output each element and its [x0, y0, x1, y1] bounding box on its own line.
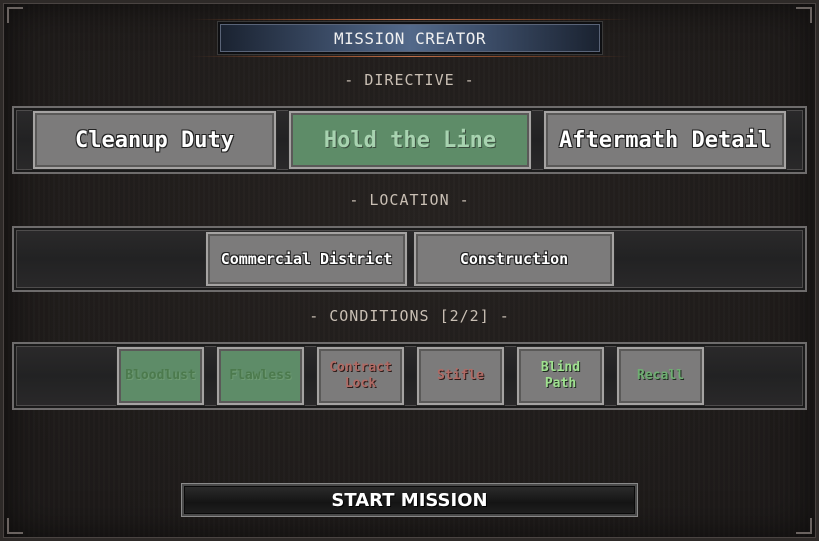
condition-button-blind-path[interactable]: Blind Path	[517, 347, 604, 405]
condition-label: Bloodlust	[125, 368, 196, 383]
title-divider-top	[190, 19, 630, 20]
condition-button-bloodlust[interactable]: Bloodlust	[117, 347, 204, 405]
condition-label: Flawless	[229, 368, 292, 383]
condition-button-contract-lock[interactable]: Contract Lock	[317, 347, 404, 405]
condition-button-flawless[interactable]: Flawless	[217, 347, 304, 405]
location-section-label: - LOCATION -	[349, 191, 470, 209]
directive-button-cleanup-duty[interactable]: Cleanup Duty	[33, 111, 276, 169]
directive-button-aftermath-detail[interactable]: Aftermath Detail	[544, 111, 786, 169]
condition-button-stifle[interactable]: Stifle	[417, 347, 504, 405]
page-title: MISSION CREATOR	[218, 22, 602, 54]
condition-label: Blind Path	[540, 360, 581, 391]
location-bar	[12, 226, 807, 292]
conditions-section-label: - CONDITIONS [2/2] -	[309, 307, 510, 325]
frame-corner	[7, 7, 23, 23]
frame-corner	[796, 518, 812, 534]
condition-label: Contract Lock	[329, 360, 392, 391]
location-button-commercial-district[interactable]: Commercial District	[206, 232, 407, 286]
directive-section-label: - DIRECTIVE -	[344, 71, 475, 89]
start-mission-button[interactable]: START MISSION	[182, 484, 637, 516]
title-divider-bottom	[190, 56, 630, 57]
frame-corner	[796, 7, 812, 23]
condition-button-recall[interactable]: Recall	[617, 347, 704, 405]
location-button-construction[interactable]: Construction	[414, 232, 614, 286]
directive-button-hold-the-line[interactable]: Hold the Line	[289, 111, 531, 169]
frame-corner	[7, 518, 23, 534]
condition-label: Stifle	[437, 368, 484, 383]
condition-label: Recall	[637, 368, 684, 383]
